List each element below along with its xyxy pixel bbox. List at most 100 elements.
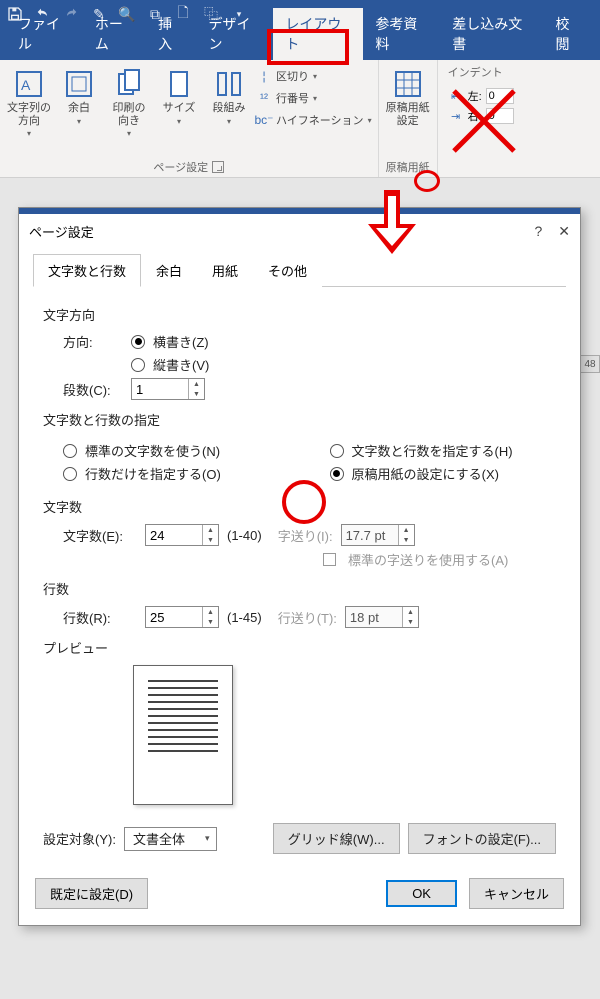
linenumbers-button[interactable]: ¹²行番号▾ [256,88,372,108]
breaks-button[interactable]: ¦区切り▾ [256,66,372,86]
text-direction-icon: A [13,68,45,100]
size-label: サイズ [163,102,196,115]
size-button[interactable]: サイズ ▾ [156,64,202,126]
char-pitch-label: 字送り(I): [278,526,333,545]
tab-mailings[interactable]: 差し込み文書 [440,8,543,60]
ribbon-tabs: ファイル ホーム 挿入 デザイン レイアウト 参考資料 差し込み文書 校閲 [0,28,600,60]
qa-icon-7[interactable]: 🗋 [174,5,192,23]
spin-up-icon: ▲ [403,607,418,617]
tab-layout[interactable]: レイアウト [273,8,363,60]
side-stub: 48 [580,355,600,373]
line-count-input[interactable] [146,607,202,627]
page-setup-group-label: ページ設定 [153,159,224,177]
columns-label: 段組み [213,102,246,115]
genkou-button[interactable]: 原稿用紙 設定 [385,64,431,127]
apply-to-value: 文書全体 [133,829,185,848]
indent-title: インデント [448,64,514,80]
spin-down-icon[interactable]: ▼ [189,389,204,399]
tab-review[interactable]: 校閲 [544,8,594,60]
help-icon[interactable]: ? [534,223,542,240]
chevron-down-icon: ▾ [27,129,31,138]
genkou-icon [392,68,424,100]
apply-to-select[interactable]: 文書全体 ▾ [124,827,217,851]
redo-icon[interactable] [62,5,80,23]
radio-both[interactable] [330,444,344,458]
radio-standard[interactable] [63,444,77,458]
save-icon[interactable] [6,5,24,23]
orientation-button[interactable]: 印刷の 向き ▾ [106,64,152,138]
radio-vertical[interactable] [131,358,145,372]
char-count-spinner[interactable]: ▲▼ [145,524,219,546]
text-direction-section: 文字方向 [43,305,556,324]
close-icon[interactable]: ✕ [558,223,570,240]
line-range: (1-45) [227,610,262,625]
radio-lines-only[interactable] [63,467,77,481]
dialog-tabs: 文字数と行数 余白 用紙 その他 [33,253,566,287]
dlg-tab-chars[interactable]: 文字数と行数 [33,254,141,287]
columns-button[interactable]: 段組み ▾ [206,64,252,126]
columns-count-label: 段数(C): [63,380,123,399]
chars-section: 文字数 [43,497,556,516]
ribbon: A 文字列の 方向 ▾ 余白 ▾ 印刷の 向き ▾ サイズ ▾ 段組み [0,60,600,178]
std-pitch-label: 標準の字送りを使用する(A) [348,550,508,569]
char-pitch-spinner: ▲▼ [341,524,415,546]
text-direction-button[interactable]: A 文字列の 方向 ▾ [6,64,52,138]
chevron-down-icon: ▾ [77,117,81,126]
char-count-label: 文字数(E): [63,526,137,545]
linenumbers-icon: ¹² [256,91,272,105]
line-pitch-label: 行送り(T): [278,608,337,627]
linenumbers-label: 行番号 [276,90,309,106]
text-direction-label: 文字列の 方向 [7,102,51,127]
indent-group: インデント ⇤左: ⇥右: [438,60,520,177]
undo-icon[interactable] [34,5,52,23]
qa-icon-4[interactable]: ✎ [90,5,108,23]
ok-button[interactable]: OK [386,880,457,907]
cancel-button[interactable]: キャンセル [469,878,564,909]
set-default-button[interactable]: 既定に設定(D) [35,878,148,909]
tab-reference[interactable]: 参考資料 [363,8,440,60]
margins-button[interactable]: 余白 ▾ [56,64,102,126]
char-count-input[interactable] [146,525,202,545]
indent-right-input[interactable] [486,108,514,124]
char-pitch-input [342,525,398,545]
spin-down-icon[interactable]: ▼ [203,535,218,545]
size-icon [163,68,195,100]
hyphenation-button[interactable]: bc⁻ハイフネーション▾ [256,110,372,130]
qa-icon-6[interactable]: ⧉ [146,5,164,23]
radio-horizontal-label: 横書き(Z) [153,332,209,351]
line-count-spinner[interactable]: ▲▼ [145,606,219,628]
gridlines-button[interactable]: グリッド線(W)... [273,823,400,854]
orientation-icon [113,68,145,100]
preview-icon [133,665,233,805]
dlg-tab-margins[interactable]: 余白 [141,254,197,287]
hyphenation-icon: bc⁻ [256,113,272,127]
qa-customize-icon[interactable]: ▾ [230,5,248,23]
indent-right-row[interactable]: ⇥右: [448,106,514,126]
chevron-down-icon: ▾ [127,129,131,138]
columns-count-input[interactable] [132,379,188,399]
radio-genkou-label: 原稿用紙の設定にする(X) [352,464,499,483]
spin-down-icon[interactable]: ▼ [203,617,218,627]
font-settings-button[interactable]: フォントの設定(F)... [408,823,556,854]
line-pitch-spinner: ▲▼ [345,606,419,628]
spin-up-icon: ▲ [399,525,414,535]
indent-right-icon: ⇥ [448,110,464,123]
qa-icon-8[interactable]: ⿻ [202,5,220,23]
dlg-tab-paper[interactable]: 用紙 [197,254,253,287]
page-setup-dialog: ページ設定 ? ✕ 文字数と行数 余白 用紙 その他 文字方向 方向: 横書き(… [18,207,581,926]
indent-left-row[interactable]: ⇤左: [448,86,514,106]
dlg-tab-other[interactable]: その他 [253,254,322,287]
spin-up-icon[interactable]: ▲ [203,525,218,535]
radio-genkou[interactable] [330,467,344,481]
radio-lines-only-label: 行数だけを指定する(O) [85,464,221,483]
spin-up-icon[interactable]: ▲ [203,607,218,617]
spin-up-icon[interactable]: ▲ [189,379,204,389]
radio-horizontal[interactable] [131,335,145,349]
genkou-label: 原稿用紙 設定 [386,102,430,127]
qa-icon-5[interactable]: 🔍 [118,5,136,23]
breaks-stack: ¦区切り▾ ¹²行番号▾ bc⁻ハイフネーション▾ [256,64,372,130]
indent-left-input[interactable] [486,88,514,104]
columns-count-spinner[interactable]: ▲▼ [131,378,205,400]
spec-section: 文字数と行数の指定 [43,410,556,429]
page-setup-launcher-icon[interactable] [212,161,224,173]
